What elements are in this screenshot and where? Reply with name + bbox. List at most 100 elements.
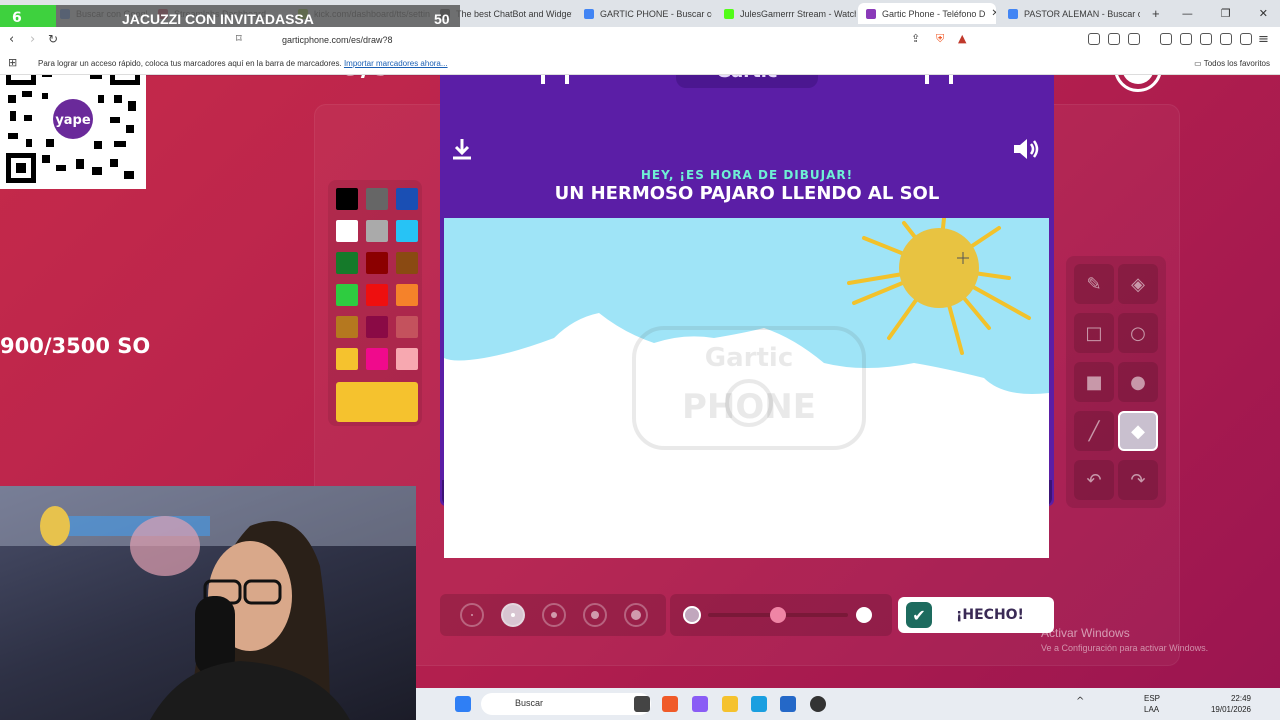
opacity-slider[interactable] xyxy=(670,594,892,636)
obs-icon[interactable] xyxy=(810,696,826,712)
color-swatch[interactable] xyxy=(366,188,388,210)
back-icon[interactable]: ‹ xyxy=(9,32,14,47)
address-bar: ‹ › ↻ ⌑ garticphone.com/es/draw?8 ⇪ ⛨ ▲ … xyxy=(0,27,1280,53)
language-code: ESP xyxy=(1144,694,1161,703)
bookmarks-hint: Para lograr un acceso rápido, coloca tus… xyxy=(38,59,448,68)
maximize-icon[interactable]: ❐ xyxy=(1221,7,1231,20)
brush-size-option[interactable] xyxy=(583,603,607,627)
brave-rewards-icon[interactable]: ▲ xyxy=(958,32,966,45)
brave-taskbar-icon[interactable] xyxy=(662,696,678,712)
language-indicator[interactable]: ESP LAA xyxy=(1144,693,1160,715)
color-palette xyxy=(328,180,422,426)
webcam-feed xyxy=(0,486,416,720)
rectangle-outline-icon[interactable]: □ xyxy=(1074,313,1114,353)
color-swatch[interactable] xyxy=(336,188,358,210)
pencil-icon[interactable]: ✎ xyxy=(1074,264,1114,304)
puzzle-icon[interactable] xyxy=(1108,33,1120,45)
opacity-thumb[interactable] xyxy=(770,607,786,623)
tray-chevron-icon[interactable]: ^ xyxy=(1076,696,1092,712)
activate-windows-title: Activar Windows xyxy=(1041,626,1130,640)
new-tab-icon[interactable]: + xyxy=(1144,3,1168,24)
drawing-prompt: UN HERMOSO PAJARO LLENDO AL SOL xyxy=(554,183,940,204)
download-icon[interactable] xyxy=(450,137,474,167)
drawing-canvas[interactable]: Gartic PHONE xyxy=(444,218,1049,558)
sound-icon[interactable] xyxy=(1012,137,1042,166)
activate-windows-subtitle: Ve a Configuración para activar Windows. xyxy=(1041,643,1209,653)
rectangle-fill-icon[interactable]: ■ xyxy=(1074,362,1114,402)
overlay-right-count: 50 xyxy=(434,11,450,27)
color-swatch[interactable] xyxy=(366,284,388,306)
brave-shield-icon[interactable]: ⛨ xyxy=(936,32,944,46)
music-icon[interactable] xyxy=(1160,33,1172,45)
color-swatch[interactable] xyxy=(366,348,388,370)
vpn-icon[interactable] xyxy=(1240,33,1252,45)
url-text: garticphone.com/es/draw?8 xyxy=(282,35,393,45)
color-swatch[interactable] xyxy=(396,220,418,242)
done-label: ¡HECHO! xyxy=(956,607,1024,623)
sidebar-icon[interactable] xyxy=(1180,33,1192,45)
browser-tab[interactable]: Gartic Phone - Teléfono D ✕ xyxy=(858,3,996,24)
redo-icon[interactable]: ↷ xyxy=(1118,460,1158,500)
brush-size-option[interactable] xyxy=(501,603,525,627)
minimize-icon[interactable]: — xyxy=(1182,7,1193,20)
brush-size-option[interactable] xyxy=(624,603,648,627)
color-swatch[interactable] xyxy=(396,252,418,274)
ellipse-fill-icon[interactable]: ● xyxy=(1118,362,1158,402)
eraser-icon[interactable]: ◈ xyxy=(1118,264,1158,304)
copilot-icon[interactable] xyxy=(692,696,708,712)
line-icon[interactable]: ╱ xyxy=(1074,411,1114,451)
color-swatch[interactable] xyxy=(366,252,388,274)
selected-color-preview xyxy=(336,382,418,422)
forward-icon[interactable]: › xyxy=(30,32,35,47)
import-bookmarks-link[interactable]: Importar marcadores ahora... xyxy=(344,59,448,68)
wallet-icon[interactable] xyxy=(1200,33,1212,45)
edge-icon[interactable] xyxy=(751,696,767,712)
color-swatch[interactable] xyxy=(336,316,358,338)
color-swatch[interactable] xyxy=(396,188,418,210)
brush-size-option[interactable] xyxy=(542,603,566,627)
color-swatch[interactable] xyxy=(396,316,418,338)
clock-date: 19/01/2026 xyxy=(1210,705,1251,714)
leo-icon[interactable] xyxy=(1220,33,1232,45)
undo-icon[interactable]: ↶ xyxy=(1074,460,1114,500)
check-icon: ✔ xyxy=(906,602,932,628)
screenshot-icon[interactable] xyxy=(1128,33,1140,45)
browser-tab[interactable]: PASTOR ALEMAN - Buscar con xyxy=(1000,3,1140,24)
tool-panel: ✎ ◈ □ ○ ■ ● ╱ ◆ ↶ ↷ xyxy=(1066,256,1166,508)
color-swatch[interactable] xyxy=(396,348,418,370)
task-view-icon[interactable] xyxy=(634,696,650,712)
color-swatch[interactable] xyxy=(336,348,358,370)
bucket-fill-icon[interactable]: ◆ xyxy=(1118,411,1158,451)
taskbar-search[interactable]: Buscar xyxy=(481,693,651,715)
extension-icon[interactable] xyxy=(1088,33,1100,45)
reload-icon[interactable]: ↻ xyxy=(48,32,58,46)
search-label: Buscar xyxy=(515,698,544,708)
windows-start-icon[interactable] xyxy=(455,696,471,712)
done-button[interactable]: ✔ ¡HECHO! xyxy=(898,597,1054,633)
store-icon[interactable] xyxy=(780,696,796,712)
bookmarks-hint-text: Para lograr un acceso rápido, coloca tus… xyxy=(38,59,342,68)
browser-tab[interactable]: JulesGamerrr Stream - Watch L xyxy=(716,3,856,24)
file-explorer-icon[interactable] xyxy=(722,696,738,712)
color-swatch[interactable] xyxy=(396,284,418,306)
menu-icon[interactable]: ≡ xyxy=(1258,32,1269,47)
share-icon[interactable]: ⇪ xyxy=(911,32,920,45)
color-swatch[interactable] xyxy=(336,220,358,242)
yape-logo-text: yape xyxy=(55,113,91,128)
url-field[interactable]: garticphone.com/es/draw?8 xyxy=(256,30,986,50)
bookmark-icon[interactable]: ⌑ xyxy=(236,32,242,45)
all-bookmarks[interactable]: ▭ Todos los favoritos xyxy=(1194,59,1270,68)
color-swatch[interactable] xyxy=(336,252,358,274)
clock-time: 22:49 xyxy=(1230,694,1251,703)
brush-size-option[interactable] xyxy=(460,603,484,627)
system-clock[interactable]: 22:49 19/01/2026 xyxy=(1206,693,1251,715)
color-swatch[interactable] xyxy=(366,220,388,242)
ellipse-outline-icon[interactable]: ○ xyxy=(1118,313,1158,353)
color-swatch[interactable] xyxy=(336,284,358,306)
apps-icon[interactable]: ⊞ xyxy=(8,56,17,69)
tab-label: GARTIC PHONE - Buscar con G xyxy=(600,8,712,19)
close-window-icon[interactable]: ✕ xyxy=(1259,7,1268,20)
browser-tab[interactable]: GARTIC PHONE - Buscar con G xyxy=(576,3,712,24)
color-swatch[interactable] xyxy=(366,316,388,338)
close-tab-icon[interactable]: ✕ xyxy=(991,8,996,19)
